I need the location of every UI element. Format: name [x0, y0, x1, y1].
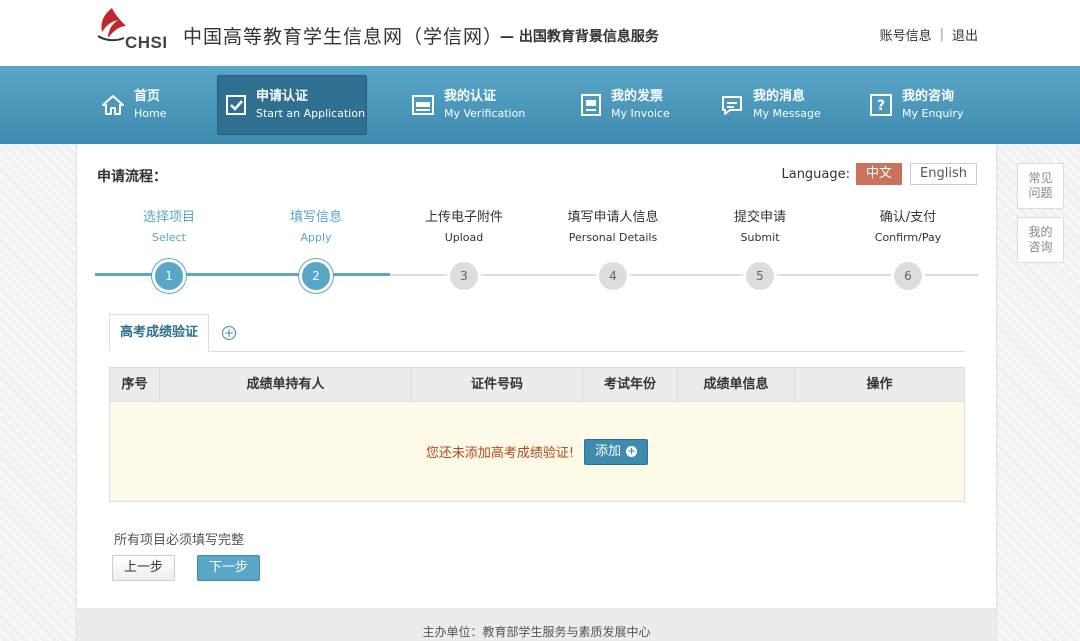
step-en: Submit	[740, 231, 780, 244]
step-submit: 提交申请 Submit 5	[690, 206, 830, 293]
step-en: Upload	[444, 231, 484, 244]
invoice-icon	[581, 94, 601, 116]
step-number: 5	[743, 259, 777, 293]
col-holder: 成绩单持有人	[160, 368, 412, 401]
nav-enquiry-en: My Enquiry	[902, 107, 964, 120]
footer-text: 主办单位：教育部学生服务与素质发展中心	[422, 625, 651, 639]
nav-apply-cn: 申请认证	[256, 89, 309, 104]
step-cn: 选择项目	[142, 210, 195, 225]
step-number: 4	[596, 259, 630, 293]
table-empty-body: 您还未添加高考成绩验证! 添加 +	[110, 402, 964, 501]
main-nav: 首页 Home 申请认证 Start an Application 我的认证 M…	[0, 66, 1080, 144]
step-number: 6	[891, 259, 925, 293]
nav-my-verification[interactable]: 我的认证 My Verification	[411, 75, 525, 135]
step-cn: 填写申请人信息	[567, 210, 659, 225]
step-confirm-pay: 确认/支付 Confirm/Pay 6	[838, 206, 978, 293]
step-cn: 提交申请	[733, 210, 786, 225]
footer: 主办单位：教育部学生服务与素质发展中心	[77, 608, 996, 641]
add-button-label: 添加	[595, 443, 622, 459]
nav-message-cn: 我的消息	[753, 89, 806, 104]
step-en: Apply	[300, 231, 332, 244]
add-tab-icon[interactable]: +	[222, 326, 236, 340]
nav-my-message[interactable]: 我的消息 My Message	[720, 75, 821, 135]
home-icon	[102, 95, 124, 115]
flow-title: 申请流程：	[97, 169, 167, 185]
nav-my-invoice[interactable]: 我的发票 My Invoice	[580, 75, 670, 135]
faq-label-line1: 常见	[1028, 171, 1053, 185]
lang-chinese-button[interactable]: 中文	[856, 163, 903, 185]
faq-button[interactable]: 常见 问题	[1017, 163, 1064, 209]
step-upload: 上传电子附件 Upload 3	[394, 206, 534, 293]
step-en: Confirm/Pay	[874, 231, 942, 244]
language-switch: Language: 中文 English	[781, 163, 977, 185]
nav-invoice-en: My Invoice	[611, 107, 670, 120]
col-index: 序号	[110, 368, 160, 401]
nav-message-en: My Message	[753, 107, 821, 120]
site-title: 中国高等教育学生信息网（学信网）	[183, 26, 504, 48]
link-separator: |	[939, 27, 944, 42]
phoenix-icon	[97, 8, 126, 42]
table-header: 序号 成绩单持有人 证件号码 考试年份 成绩单信息 操作	[110, 368, 964, 402]
col-id-number: 证件号码	[412, 368, 583, 401]
tab-gaokao-verification[interactable]: 高考成绩验证	[109, 314, 209, 352]
question-icon: ?	[870, 94, 892, 116]
lang-english-button[interactable]: English	[910, 163, 977, 185]
enquiry-label-line1: 我的	[1028, 225, 1053, 239]
nav-verification-cn: 我的认证	[444, 89, 497, 104]
nav-home[interactable]: 首页 Home	[101, 75, 166, 135]
prev-step-button[interactable]: 上一步	[112, 555, 175, 581]
chsi-logo[interactable]: CHSI	[94, 6, 174, 54]
nav-enquiry-cn: 我的咨询	[902, 89, 955, 104]
my-enquiry-side-button[interactable]: 我的 咨询	[1017, 217, 1064, 263]
verification-table: 序号 成绩单持有人 证件号码 考试年份 成绩单信息 操作 您还未添加高考成绩验证…	[109, 367, 965, 502]
verification-icon	[412, 95, 434, 115]
col-transcript-info: 成绩单信息	[678, 368, 795, 401]
nav-home-cn: 首页	[134, 89, 161, 104]
account-info-link[interactable]: 账号信息	[880, 25, 932, 44]
step-en: Personal Details	[568, 231, 658, 244]
step-number: 1	[152, 259, 186, 293]
tab-divider	[109, 351, 965, 352]
next-step-button[interactable]: 下一步	[197, 555, 260, 581]
step-number: 2	[299, 259, 333, 293]
faq-label-line2: 问题	[1028, 186, 1053, 200]
top-header: CHSI 中国高等教育学生信息网（学信网） — 出国教育背景信息服务 账号信息 …	[0, 0, 1080, 66]
steps-track-progress	[95, 273, 390, 276]
svg-text:?: ?	[877, 98, 885, 114]
required-hint: 所有项目必须填写完整	[114, 533, 245, 548]
col-exam-year: 考试年份	[583, 368, 678, 401]
step-cn: 上传电子附件	[424, 210, 503, 225]
nav-verification-en: My Verification	[444, 107, 526, 120]
plus-icon: +	[626, 446, 638, 457]
step-cn: 确认/支付	[879, 210, 937, 225]
side-panel: 常见 问题 我的 咨询	[1017, 163, 1064, 271]
nav-home-en: Home	[134, 107, 167, 120]
add-button[interactable]: 添加 +	[584, 438, 649, 465]
step-en: Select	[152, 231, 186, 244]
logo-text: CHSI	[125, 33, 168, 52]
empty-message: 您还未添加高考成绩验证!	[425, 446, 575, 461]
checkbox-icon	[226, 95, 246, 115]
col-actions: 操作	[866, 377, 893, 392]
enquiry-label-line2: 咨询	[1028, 240, 1053, 254]
step-number: 3	[447, 259, 481, 293]
content-panel: 申请流程： Language: 中文 English 选择项目 Select 1…	[76, 144, 997, 641]
step-personal-details: 填写申请人信息 Personal Details 4	[543, 206, 683, 293]
top-links: 账号信息 | 退出	[880, 25, 978, 44]
nav-invoice-cn: 我的发票	[611, 89, 664, 104]
step-apply: 填写信息 Apply 2	[246, 206, 386, 293]
nav-apply-en: Start an Application	[256, 107, 366, 120]
nav-start-application[interactable]: 申请认证 Start an Application	[217, 75, 367, 135]
logout-link[interactable]: 退出	[952, 25, 978, 44]
nav-my-enquiry[interactable]: ? 我的咨询 My Enquiry	[869, 75, 963, 135]
step-select: 选择项目 Select 1	[99, 206, 239, 293]
site-subtitle: — 出国教育背景信息服务	[500, 29, 659, 45]
step-cn: 填写信息	[289, 210, 342, 225]
language-label: Language:	[781, 166, 851, 182]
message-icon	[722, 96, 742, 115]
